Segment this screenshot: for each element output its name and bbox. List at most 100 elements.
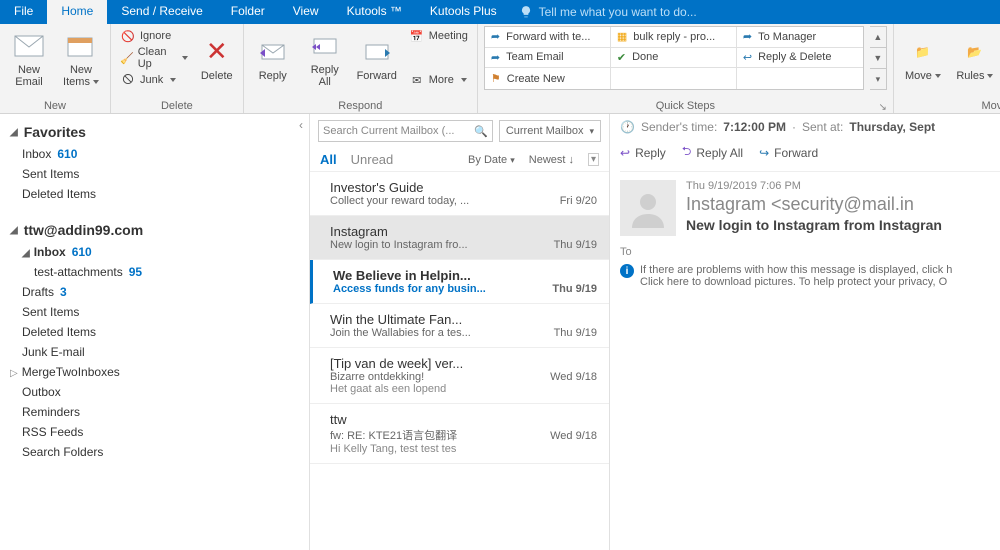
nav-test-attachments[interactable]: test-attachments95: [0, 262, 309, 282]
sort-newest[interactable]: Newest ↓: [529, 154, 574, 166]
search-scope-dropdown[interactable]: Current Mailbox▾: [499, 120, 601, 142]
new-email-button[interactable]: New Email: [6, 26, 52, 92]
nav-search-folders[interactable]: Search Folders: [0, 442, 309, 462]
lightbulb-icon: [519, 5, 533, 19]
meeting-icon: 📅: [409, 28, 425, 44]
tab-send-receive[interactable]: Send / Receive: [107, 0, 216, 24]
tab-kutools[interactable]: Kutools ™: [333, 0, 416, 24]
junk-button[interactable]: 🛇Junk: [117, 70, 191, 90]
msg-date: Wed 9/18: [550, 430, 597, 442]
tab-view[interactable]: View: [279, 0, 333, 24]
msg-subject: New login to Instagram fro...: [330, 239, 468, 251]
fav-deleted[interactable]: Deleted Items: [0, 184, 309, 204]
nav-outbox[interactable]: Outbox: [0, 382, 309, 402]
folder-move-icon: 📁: [907, 36, 939, 68]
nav-sent[interactable]: Sent Items: [0, 302, 309, 322]
fav-sent[interactable]: Sent Items: [0, 164, 309, 184]
favorites-header[interactable]: ◢Favorites: [0, 120, 309, 144]
nav-drafts[interactable]: Drafts3: [0, 282, 309, 302]
message-item[interactable]: ttwfw: RE: KTE21语言包翻译Wed 9/18Hi Kelly Ta…: [310, 404, 609, 464]
chevron-down-icon: ◢: [10, 225, 18, 236]
message-datetime: Thu 9/19/2019 7:06 PM: [686, 180, 1000, 192]
collapse-nav-icon[interactable]: ‹: [299, 118, 303, 132]
account-header[interactable]: ◢ttw@addin99.com: [0, 218, 309, 242]
reply-all-icon: [309, 30, 341, 62]
msg-subject: Join the Wallabies for a tes...: [330, 327, 471, 339]
info-icon: i: [620, 264, 634, 278]
forward-button[interactable]: Forward: [354, 26, 400, 92]
message-item[interactable]: Investor's GuideCollect your reward toda…: [310, 172, 609, 216]
message-item[interactable]: We Believe in Helpin...Access funds for …: [310, 260, 609, 304]
nav-inbox[interactable]: ◢Inbox610: [0, 242, 309, 262]
info-bar[interactable]: i If there are problems with how this me…: [620, 260, 1000, 292]
senders-time-value: 7:12:00 PM: [723, 120, 786, 134]
fav-inbox[interactable]: Inbox610: [0, 144, 309, 164]
msg-subject: Access funds for any busin...: [333, 283, 486, 295]
tab-kutools-plus[interactable]: Kutools Plus: [416, 0, 511, 24]
cleanup-button[interactable]: 🧹Clean Up: [117, 48, 191, 68]
clock-icon: 🕐: [620, 120, 635, 134]
search-input[interactable]: Search Current Mailbox (...🔍: [318, 120, 493, 142]
nav-reminders[interactable]: Reminders: [0, 402, 309, 422]
reply-button[interactable]: Reply: [250, 26, 296, 92]
qs-create-new[interactable]: ⚑Create New: [485, 68, 611, 89]
chevron-down-icon: ◢: [10, 127, 18, 138]
message-item[interactable]: Win the Ultimate Fan...Join the Wallabie…: [310, 304, 609, 348]
delete-button[interactable]: ✕ Delete: [197, 26, 237, 92]
tell-me-search[interactable]: Tell me what you want to do...: [511, 0, 697, 24]
meeting-button[interactable]: 📅Meeting: [406, 26, 471, 46]
msg-preview: Hi Kelly Tang, test test tes: [330, 443, 597, 455]
reading-forward-button[interactable]: ↪Forward: [759, 142, 818, 163]
message-item[interactable]: InstagramNew login to Instagram fro...Th…: [310, 216, 609, 260]
filter-unread-tab[interactable]: Unread: [351, 152, 394, 167]
msg-from: Investor's Guide: [330, 180, 597, 195]
qs-scroll-up[interactable]: ▲: [870, 27, 886, 48]
reply-icon: [257, 36, 289, 68]
qs-reply-delete[interactable]: ↩Reply & Delete: [737, 48, 863, 69]
ignore-icon: 🚫: [120, 28, 136, 44]
qs-expand[interactable]: ▾: [870, 69, 886, 89]
reply-all-button[interactable]: Reply All: [302, 26, 348, 92]
to-manager-icon: ➦: [743, 30, 752, 43]
more-icon: ✉: [409, 72, 425, 88]
nav-rss[interactable]: RSS Feeds: [0, 422, 309, 442]
team-icon: ➦: [491, 51, 500, 64]
msg-date: Wed 9/18: [550, 371, 597, 383]
move-button[interactable]: 📁Move: [900, 26, 946, 92]
filter-all-tab[interactable]: All: [320, 152, 337, 167]
qs-team-email[interactable]: ➦Team Email: [485, 48, 611, 69]
folder-pane: ‹ ◢Favorites Inbox610 Sent Items Deleted…: [0, 114, 310, 550]
new-items-button[interactable]: New Items: [58, 26, 104, 92]
envelope-icon: [13, 30, 45, 62]
ignore-button[interactable]: 🚫Ignore: [117, 26, 191, 46]
qs-to-manager[interactable]: ➦To Manager: [737, 27, 863, 48]
group-move-label: Move: [900, 99, 1000, 113]
msg-date: Thu 9/19: [552, 283, 597, 295]
msg-preview: Het gaat als een lopend: [330, 383, 597, 395]
forward-icon: ➦: [491, 30, 500, 43]
nav-junk[interactable]: Junk E-mail: [0, 342, 309, 362]
rules-button[interactable]: 📂Rules: [952, 26, 998, 92]
tab-folder[interactable]: Folder: [217, 0, 279, 24]
nav-deleted[interactable]: Deleted Items: [0, 322, 309, 342]
junk-icon: 🛇: [120, 72, 136, 88]
qs-forward-with-text[interactable]: ➦Forward with te...: [485, 27, 611, 48]
list-expand-icon[interactable]: ▾: [588, 153, 599, 166]
search-icon: 🔍: [474, 125, 488, 138]
msg-date: Fri 9/20: [560, 195, 597, 207]
message-item[interactable]: [Tip van de week] ver...Bizarre ontdekki…: [310, 348, 609, 404]
msg-from: Instagram: [330, 224, 597, 239]
group-respond-label: Respond: [250, 99, 471, 113]
more-respond-button[interactable]: ✉More: [406, 70, 471, 90]
tab-file[interactable]: File: [0, 0, 47, 24]
qs-done[interactable]: ✔Done: [611, 48, 737, 69]
qs-scroll-down[interactable]: ▼: [870, 48, 886, 69]
group-new-label: New: [6, 99, 104, 113]
reading-reply-button[interactable]: ↩Reply: [620, 142, 666, 163]
sort-by-date[interactable]: By Date ▾: [468, 154, 515, 166]
reading-reply-all-button[interactable]: ⮌Reply All: [682, 142, 743, 163]
tab-home[interactable]: Home: [47, 0, 107, 24]
quicksteps-launcher[interactable]: ↘: [879, 102, 887, 113]
nav-merge-inboxes[interactable]: ▷MergeTwoInboxes: [0, 362, 309, 382]
qs-bulk-reply[interactable]: ▦bulk reply - pro...: [611, 27, 737, 48]
